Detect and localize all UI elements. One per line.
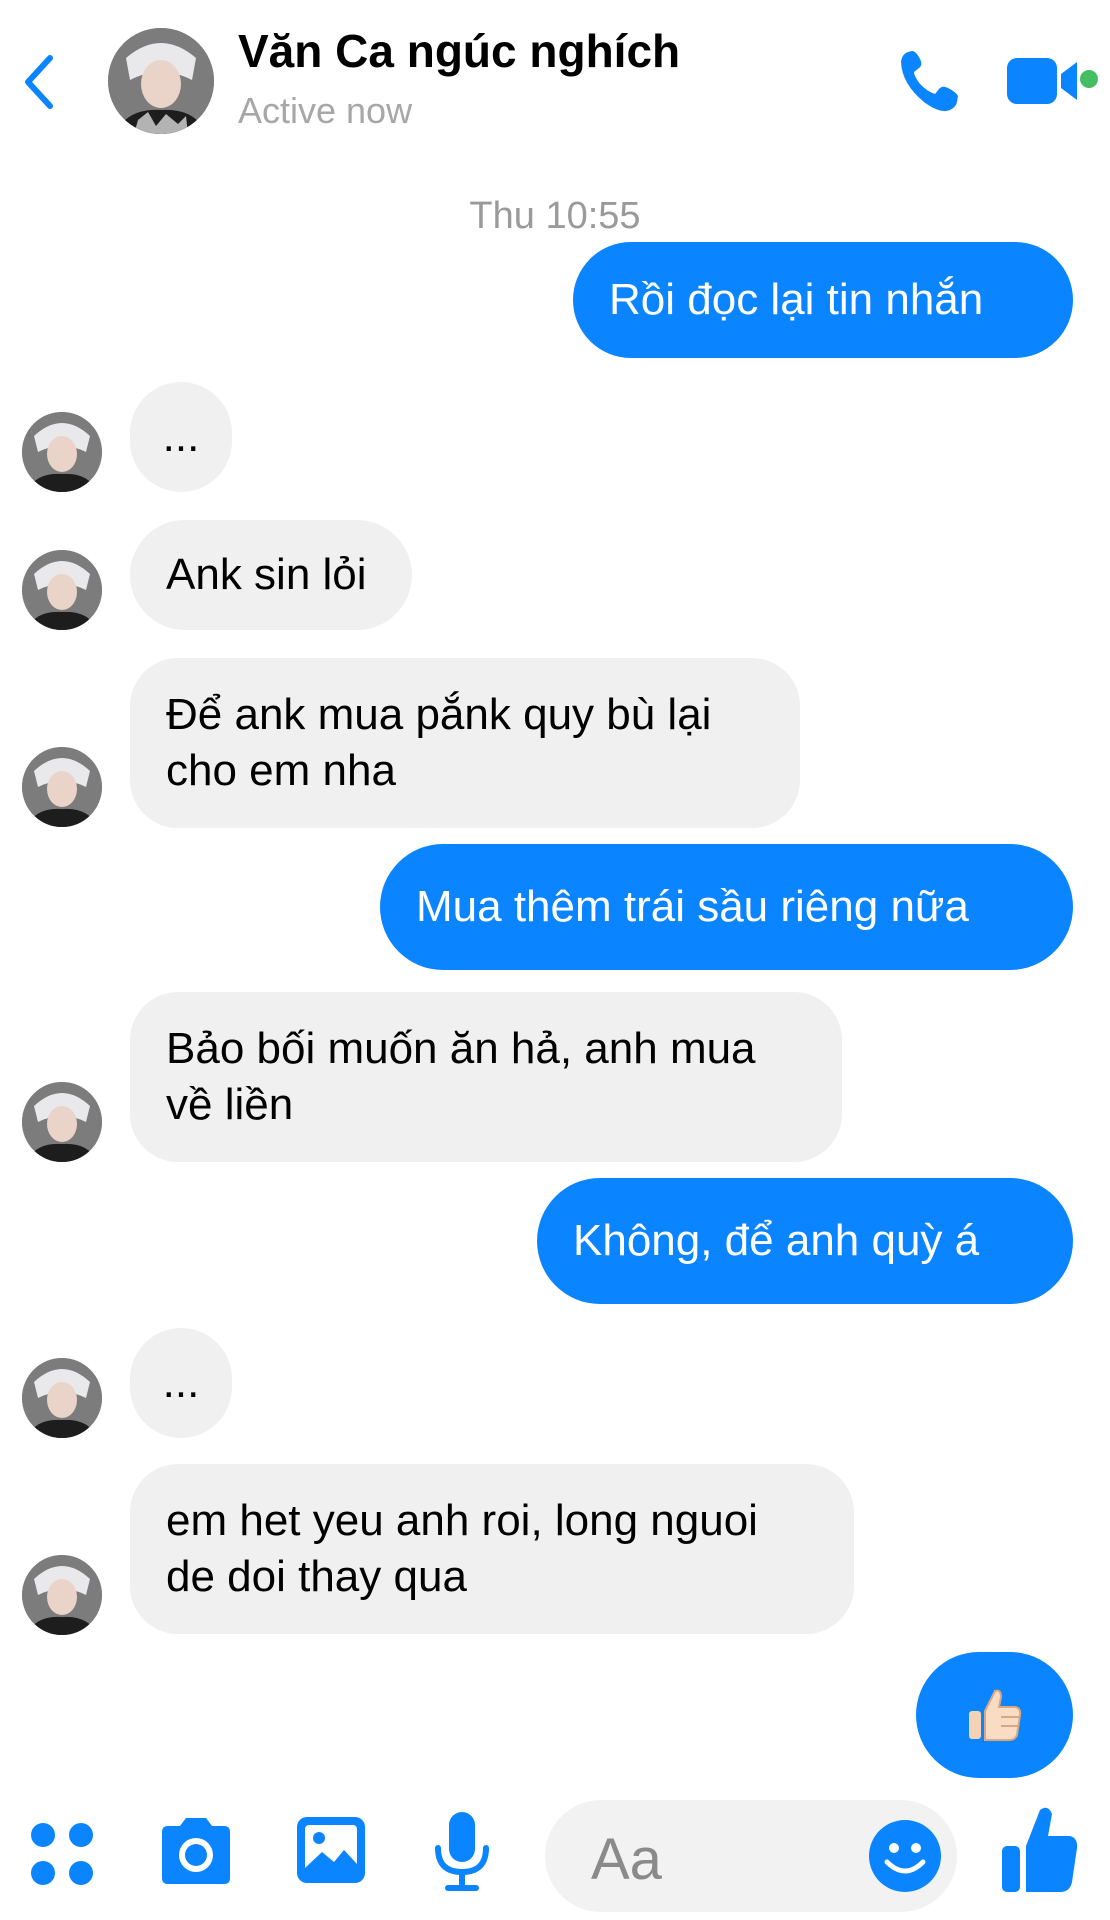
message-line: Để ank mua pắnk quy bù lại xyxy=(166,690,712,739)
message-line: cho em nha xyxy=(166,746,396,795)
emoji-icon[interactable] xyxy=(867,1818,943,1894)
outgoing-message[interactable]: Không, để anh quỳ á xyxy=(537,1178,1073,1304)
message-line: Bảo bối muốn ăn hả, anh mua xyxy=(166,1024,756,1073)
incoming-message[interactable]: Bảo bối muốn ăn hả, anh mua về liền xyxy=(130,992,842,1162)
incoming-message[interactable]: ... xyxy=(130,1328,232,1438)
contact-name[interactable]: Văn Ca ngúc nghích xyxy=(238,24,680,78)
camera-icon[interactable] xyxy=(156,1816,236,1886)
message-input-placeholder: Aa xyxy=(591,1827,662,1892)
sender-avatar[interactable] xyxy=(22,412,102,492)
message-text: ... xyxy=(162,412,200,461)
sender-avatar[interactable] xyxy=(22,1555,102,1635)
sender-avatar[interactable] xyxy=(22,550,102,630)
more-actions-icon[interactable] xyxy=(28,1820,98,1890)
sender-avatar[interactable] xyxy=(22,1358,102,1438)
microphone-icon[interactable] xyxy=(432,1810,492,1892)
online-indicator xyxy=(1080,70,1098,88)
message-input[interactable]: Aa xyxy=(545,1800,957,1912)
active-status: Active now xyxy=(238,90,413,131)
sender-avatar[interactable] xyxy=(22,1082,102,1162)
message-text: Mua thêm trái sầu riêng nữa xyxy=(416,882,969,931)
composer-bar: Aa xyxy=(0,1780,1110,1920)
message-text: ... xyxy=(162,1358,200,1407)
message-text: Ank sin lỏi xyxy=(166,550,367,599)
incoming-message[interactable]: ... xyxy=(130,382,232,492)
conversation-header: Văn Ca ngúc nghích Active now xyxy=(0,0,1110,150)
incoming-message[interactable]: Để ank mua pắnk quy bù lại cho em nha xyxy=(130,658,800,828)
like-thumbs-up-icon[interactable] xyxy=(1000,1802,1080,1894)
message-line: em het yeu anh roi, long nguoi xyxy=(166,1496,758,1545)
message-line: về liền xyxy=(166,1080,294,1129)
back-arrow-icon[interactable] xyxy=(20,52,60,112)
incoming-message[interactable]: em het yeu anh roi, long nguoi de doi th… xyxy=(130,1464,854,1634)
thumbs-up-sticker-icon xyxy=(968,1689,1021,1741)
phone-call-icon[interactable] xyxy=(894,46,964,116)
contact-avatar[interactable] xyxy=(108,28,214,134)
message-timestamp: Thu 10:55 xyxy=(469,195,641,237)
message-line: de doi thay qua xyxy=(166,1552,467,1601)
message-text: Rồi đọc lại tin nhắn xyxy=(609,275,984,324)
sender-avatar[interactable] xyxy=(22,747,102,827)
outgoing-message[interactable]: Rồi đọc lại tin nhắn xyxy=(573,242,1073,358)
outgoing-message[interactable] xyxy=(916,1652,1073,1778)
message-text: Không, để anh quỳ á xyxy=(573,1216,980,1265)
gallery-image-icon[interactable] xyxy=(294,1814,368,1886)
outgoing-message[interactable]: Mua thêm trái sầu riêng nữa xyxy=(380,844,1073,970)
video-call-icon[interactable] xyxy=(1005,54,1085,108)
incoming-message[interactable]: Ank sin lỏi xyxy=(130,520,412,630)
